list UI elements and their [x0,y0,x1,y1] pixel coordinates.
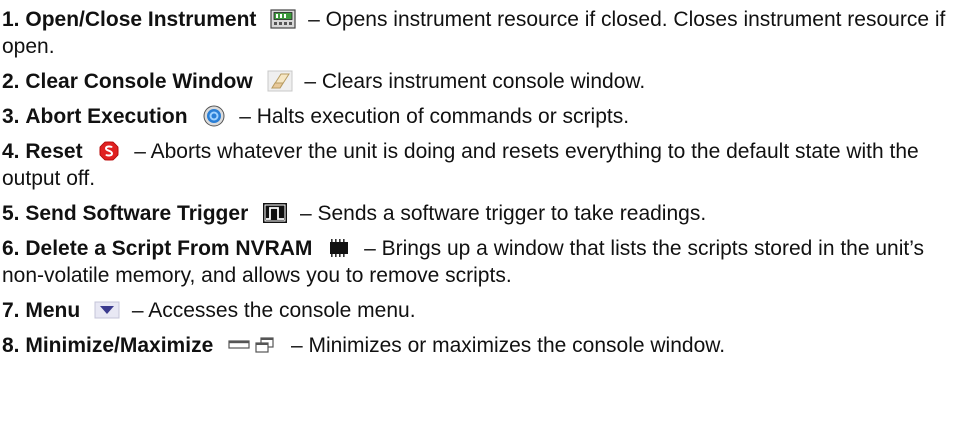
legend-item-clear-console: 2. Clear Console Window – Clears instrum… [2,68,967,95]
legend-item-delete-script: 6. Delete a Script From NVRAM – Brings u… [2,235,957,289]
eraser-icon [267,70,293,92]
legend-item-abort: 3. Abort Execution – Halts execution of … [2,103,967,130]
item-number: 7. [2,299,20,322]
item-title: Menu [25,299,81,322]
item-number: 4. [2,140,20,163]
legend-item-menu: 7. Menu – Accesses the console menu. [2,297,967,324]
memory-chip-icon [326,237,352,259]
item-title: Reset [25,140,83,163]
item-title: Send Software Trigger [25,202,249,225]
item-number: 1. [2,8,20,31]
item-title: Delete a Script From NVRAM [25,237,313,260]
legend-item-software-trigger: 5. Send Software Trigger – Sends a softw… [2,200,967,227]
item-number: 6. [2,237,20,260]
minimize-maximize-icon [227,334,279,356]
item-description: – Sends a software trigger to take readi… [299,202,707,225]
item-title: Clear Console Window [25,70,253,93]
abort-icon [201,105,227,127]
item-number: 3. [2,105,20,128]
item-description: – Halts execution of commands or scripts… [239,105,630,128]
item-description: – Accesses the console menu. [131,299,416,322]
item-number: 5. [2,202,20,225]
legend-item-minimize-maximize: 8. Minimize/Maximize – Minimizes or maxi… [2,332,967,359]
item-title: Open/Close Instrument [25,8,257,31]
instrument-icon [270,8,296,30]
trigger-icon [262,202,288,224]
item-description: – Clears instrument console window. [304,70,646,93]
legend-item-open-close: 1. Open/Close Instrument – Opens instrum… [2,6,957,60]
menu-arrow-icon [94,299,120,321]
reset-icon [96,140,122,162]
item-title: Minimize/Maximize [25,334,214,357]
item-description: – Minimizes or maximizes the console win… [290,334,726,357]
item-number: 2. [2,70,20,93]
legend-item-reset: 4. Reset – Aborts whatever the unit is d… [2,138,957,192]
item-number: 8. [2,334,20,357]
item-title: Abort Execution [25,105,188,128]
toolbar-legend: 1. Open/Close Instrument – Opens instrum… [0,0,967,359]
item-description: – Aborts whatever the unit is doing and … [2,140,919,190]
